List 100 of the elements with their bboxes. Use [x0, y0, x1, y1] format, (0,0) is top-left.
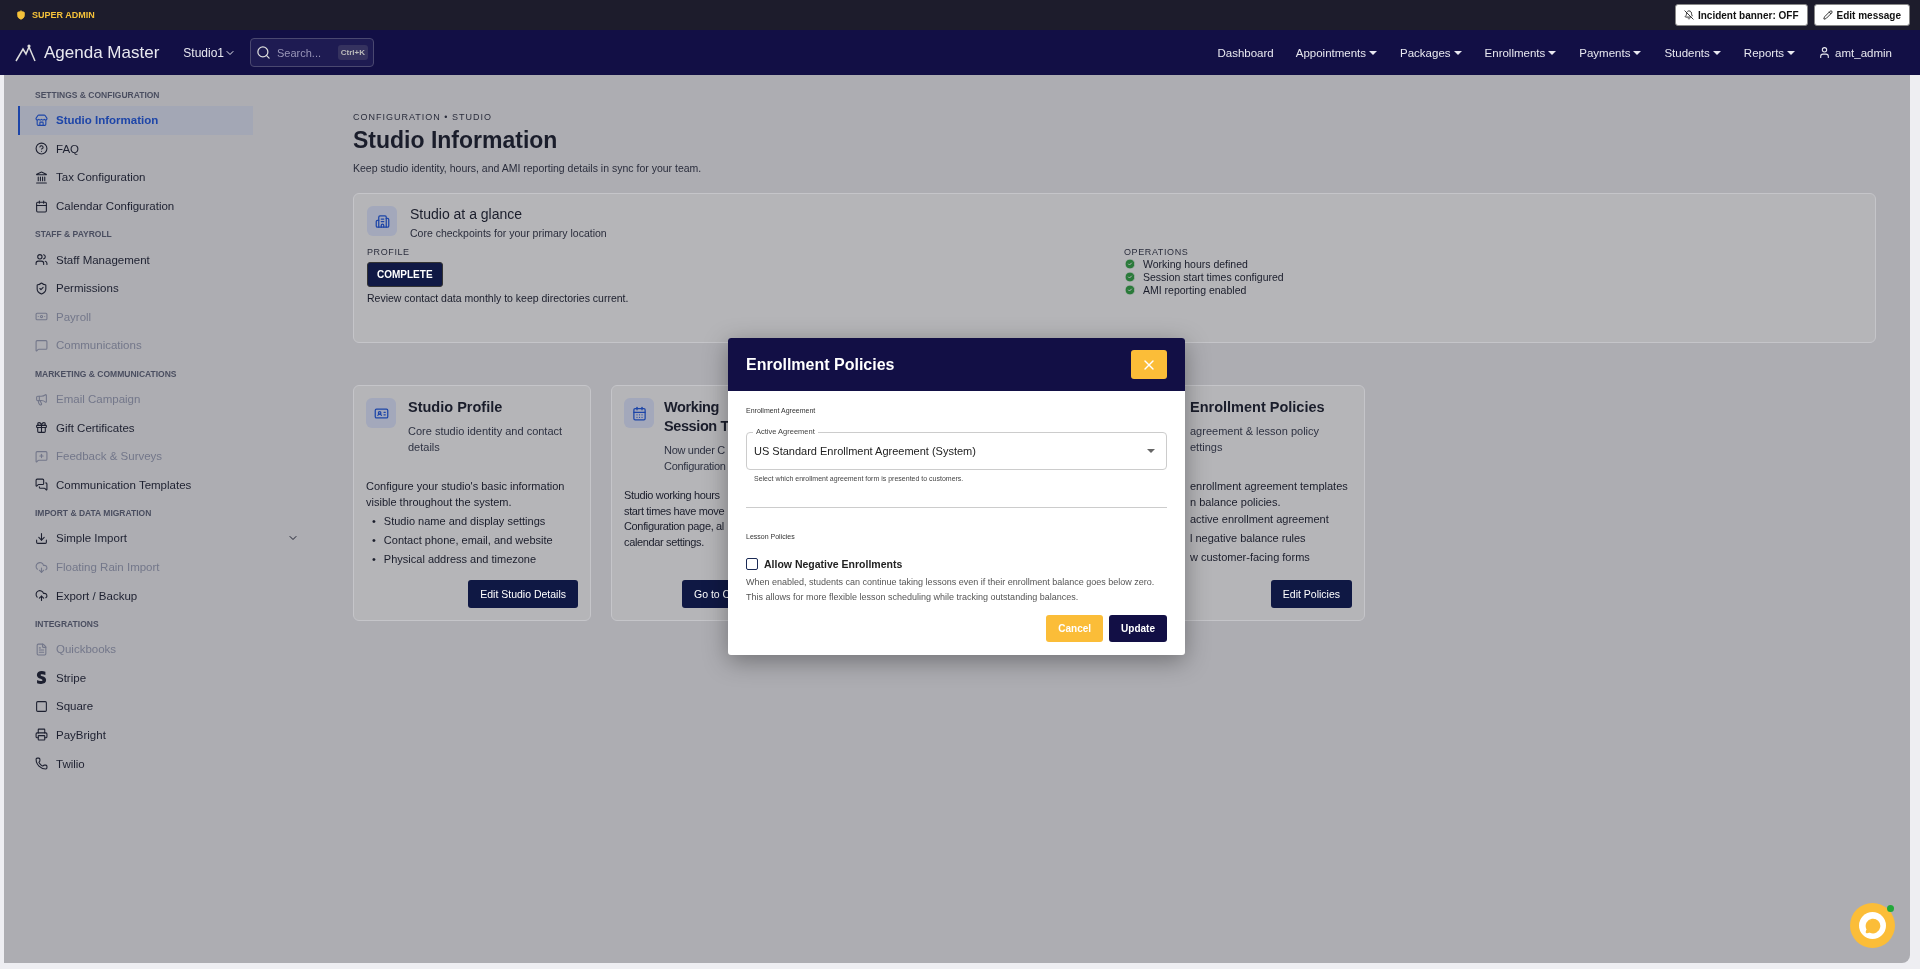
card-subtitle: Configuration — [664, 459, 727, 474]
edit-message-button[interactable]: Edit message — [1813, 4, 1910, 26]
gift-icon — [35, 421, 48, 435]
card-text: visible throughout the system. — [366, 494, 512, 510]
people-icon — [35, 253, 48, 267]
card-subtitle: ettings — [1190, 440, 1224, 455]
card-text: n balance policies. — [1190, 494, 1281, 510]
card-text: Configure your studio's basic information — [366, 479, 565, 494]
operation-text: Session start times configured — [1143, 271, 1284, 283]
pencil-icon — [1822, 10, 1833, 20]
calendar-icon — [35, 199, 48, 213]
sidebar-item[interactable]: Gift Certificates — [18, 413, 299, 442]
sidebar-item[interactable]: FAQ — [18, 134, 299, 164]
bullet-marker: • — [372, 533, 376, 548]
nav-link[interactable]: Reports — [1743, 46, 1797, 59]
card-title: Enrollment Policies — [1190, 398, 1325, 417]
page-subtitle: Keep studio identity, hours, and AMI reporting details in sync for your team. — [353, 162, 703, 174]
card-text: Studio working hours — [624, 488, 720, 503]
nav-link[interactable]: Appointments — [1295, 46, 1379, 59]
shield-icon — [16, 10, 26, 20]
operation-text: AMI reporting enabled — [1143, 284, 1247, 296]
card-text: w customer-facing forms — [1190, 550, 1310, 565]
bell-off-icon — [1683, 10, 1694, 20]
operations-label: OPERATIONS — [1124, 247, 1190, 257]
sidebar-section-label: STAFF & PAYROLL — [34, 228, 113, 242]
profile-label: PROFILE — [367, 247, 411, 257]
nav-link[interactable]: Payments — [1579, 46, 1643, 59]
description-text: When enabled, students can continue taking lessons even if their enrollment balance goes below zero. This allows for more flexible lesson scheduling while tracking outstanding balances. — [746, 576, 1156, 604]
card-subtitle: agreement & lesson policy — [1190, 424, 1320, 439]
card-text: l negative balance rules — [1190, 531, 1306, 546]
card-bullet: Studio name and display settings — [383, 514, 546, 529]
sidebar-section-label: INTEGRATIONS — [34, 617, 100, 631]
sidebar-item[interactable]: Square — [18, 692, 299, 721]
chat-icon — [35, 338, 48, 352]
incident-banner-button[interactable]: Incident banner: OFF — [1674, 4, 1808, 26]
chat-icon — [1864, 917, 1881, 934]
sidebar-item[interactable]: Export / Backup — [18, 581, 299, 610]
card-text: enrollment agreement templates — [1190, 479, 1348, 494]
studio-selector[interactable]: Studio1 — [183, 45, 236, 60]
status-badge: COMPLETE — [367, 262, 443, 287]
operation-text: Working hours defined — [1143, 258, 1248, 270]
update-button[interactable]: Update — [1109, 615, 1167, 642]
megaphone-icon — [35, 392, 48, 406]
card-text: Configuration page, al — [624, 519, 724, 534]
user-icon — [1818, 46, 1832, 59]
sidebar-item[interactable]: Calendar Configuration — [18, 191, 299, 221]
card-bullet: Physical address and timezone — [383, 552, 537, 567]
nav-link[interactable]: Enrollments — [1484, 46, 1558, 59]
help-icon — [35, 142, 48, 156]
card-subtitle: Core checkpoints for your primary location — [410, 227, 607, 239]
sidebar-item[interactable]: Tax Configuration — [18, 163, 299, 192]
card-subtitle: Core studio identity and contact — [408, 424, 563, 439]
card-text: start times have move — [624, 503, 725, 519]
checkbox-label: Allow Negative Enrollments — [764, 558, 903, 570]
card-title: Working — [664, 398, 720, 417]
sidebar-item[interactable]: Communication Templates — [18, 470, 299, 500]
nav-link[interactable]: Packages — [1400, 46, 1463, 59]
shield-icon — [35, 281, 48, 295]
sidebar-item[interactable]: Staff Management — [18, 245, 299, 274]
card-title: Studio Profile — [408, 398, 504, 417]
card-bullet: Contact phone, email, and website — [383, 533, 553, 548]
card-button[interactable]: Edit Policies — [1270, 580, 1352, 608]
card-subtitle: details — [408, 440, 441, 455]
printer-icon — [35, 728, 48, 742]
messages-icon — [35, 478, 48, 492]
bank-icon — [35, 171, 48, 184]
store-icon — [35, 113, 48, 127]
card-title: Studio at a glance — [410, 206, 524, 222]
sidebar-section-label: SETTINGS & CONFIGURATION — [34, 89, 161, 102]
bullet-marker: • — [372, 552, 376, 567]
cloud-upload-icon — [35, 589, 48, 603]
download-icon — [35, 531, 48, 545]
profile-note: Review contact data monthly to keep directories current. — [367, 292, 630, 304]
calendar-icon — [624, 398, 654, 428]
card-text: calendar settings. — [624, 534, 704, 550]
feedback-icon — [35, 449, 48, 463]
building-icon — [367, 206, 397, 236]
sidebar-item[interactable]: Stripe — [18, 663, 299, 693]
sidebar-item[interactable]: Studio Information — [18, 106, 253, 135]
sidebar-item[interactable]: Twilio — [18, 749, 299, 778]
dialog-title: Enrollment Policies — [746, 355, 895, 374]
nav-link[interactable]: Dashboard — [1217, 46, 1274, 59]
breadcrumb: CONFIGURATION • STUDIO — [353, 112, 493, 122]
sidebar-item[interactable]: Simple Import — [18, 524, 299, 553]
user-menu[interactable]: amt_admin — [1835, 46, 1892, 59]
sidebar-item[interactable]: PayBright — [18, 720, 299, 750]
id-card-icon — [366, 398, 396, 428]
search-field[interactable]: Search... Ctrl+K — [250, 38, 374, 67]
sidebar-section-label: IMPORT & DATA MIGRATION — [34, 507, 153, 521]
role-label: SUPER ADMIN — [32, 10, 95, 20]
checkbox[interactable] — [746, 558, 758, 570]
page-title: Studio Information — [353, 127, 559, 154]
logo-icon — [14, 42, 36, 63]
card-subtitle: Now under C — [664, 443, 726, 458]
search-icon — [256, 45, 271, 60]
card-button[interactable]: Edit Studio Details — [468, 580, 578, 608]
sidebar-item[interactable]: Permissions — [18, 273, 299, 303]
cloud-download-icon — [35, 560, 48, 574]
dropdown-caret-icon — [1147, 448, 1155, 454]
nav-link[interactable]: Students — [1664, 46, 1722, 59]
